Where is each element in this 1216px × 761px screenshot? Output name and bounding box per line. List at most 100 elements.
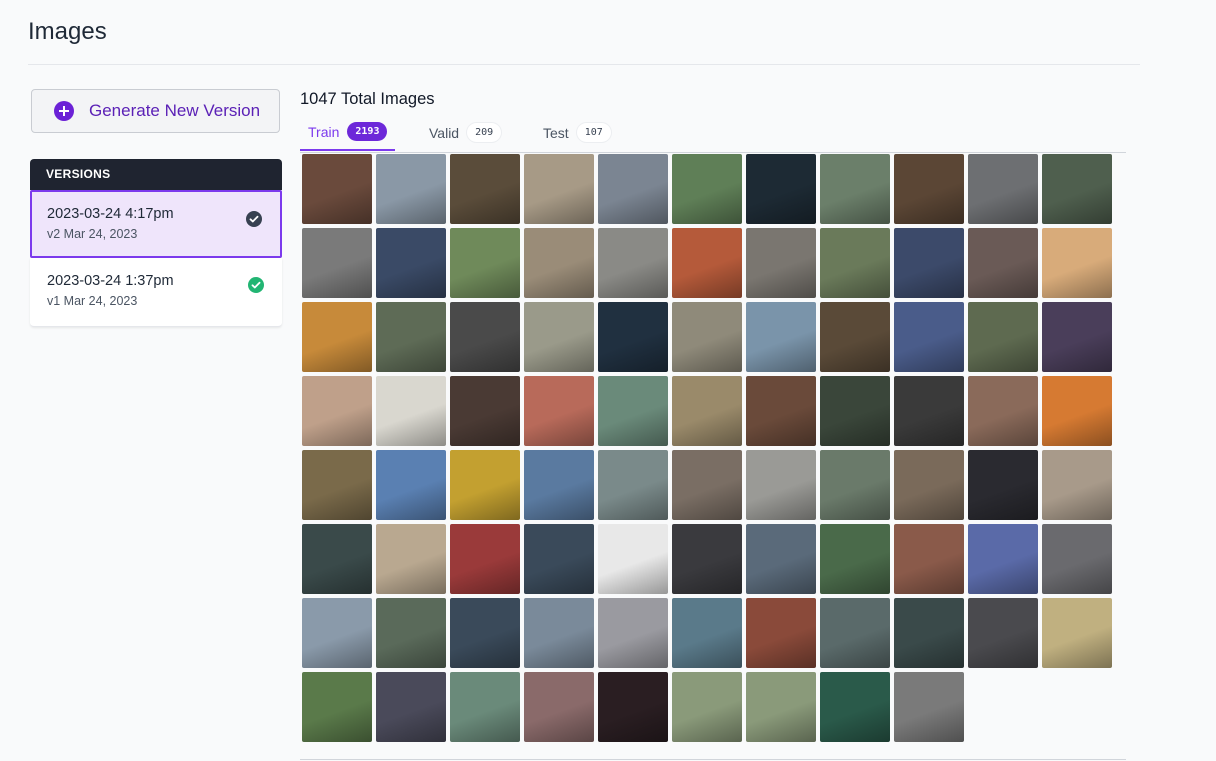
- check-circle-dark-icon: [246, 211, 262, 227]
- image-thumbnail[interactable]: [894, 376, 964, 446]
- image-thumbnail[interactable]: [746, 450, 816, 520]
- image-thumbnail[interactable]: [598, 154, 668, 224]
- image-thumbnail[interactable]: [746, 524, 816, 594]
- image-thumbnail[interactable]: [672, 598, 742, 668]
- image-thumbnail[interactable]: [376, 524, 446, 594]
- image-thumbnail[interactable]: [894, 228, 964, 298]
- image-thumbnail[interactable]: [968, 376, 1038, 446]
- image-thumbnail[interactable]: [450, 302, 520, 372]
- tab-count-badge: 107: [576, 123, 611, 142]
- image-thumbnail[interactable]: [894, 450, 964, 520]
- image-thumbnail[interactable]: [450, 598, 520, 668]
- image-thumbnail[interactable]: [376, 376, 446, 446]
- image-thumbnail[interactable]: [524, 302, 594, 372]
- image-thumbnail[interactable]: [746, 302, 816, 372]
- image-thumbnail[interactable]: [598, 376, 668, 446]
- version-date: 2023-03-24 4:17pm: [47, 206, 174, 222]
- image-thumbnail[interactable]: [820, 376, 890, 446]
- image-thumbnail[interactable]: [376, 672, 446, 742]
- image-thumbnail[interactable]: [376, 302, 446, 372]
- image-thumbnail[interactable]: [746, 672, 816, 742]
- image-thumbnail[interactable]: [672, 376, 742, 446]
- image-thumbnail[interactable]: [672, 450, 742, 520]
- image-grid: [302, 154, 1112, 742]
- tab-train[interactable]: Train 2193: [300, 114, 396, 151]
- image-thumbnail[interactable]: [376, 154, 446, 224]
- image-thumbnail[interactable]: [598, 228, 668, 298]
- image-thumbnail[interactable]: [968, 228, 1038, 298]
- version-subtitle: v1 Mar 24, 2023: [47, 294, 138, 308]
- image-thumbnail[interactable]: [968, 598, 1038, 668]
- image-thumbnail[interactable]: [746, 228, 816, 298]
- image-thumbnail[interactable]: [302, 302, 372, 372]
- image-thumbnail[interactable]: [820, 228, 890, 298]
- image-thumbnail[interactable]: [524, 672, 594, 742]
- grid-bottom-divider: [300, 759, 1126, 760]
- tab-test[interactable]: Test 107: [543, 114, 611, 151]
- image-thumbnail[interactable]: [820, 672, 890, 742]
- check-circle-green-icon: [248, 277, 264, 293]
- image-thumbnail[interactable]: [376, 450, 446, 520]
- image-thumbnail[interactable]: [746, 376, 816, 446]
- image-thumbnail[interactable]: [302, 524, 372, 594]
- image-thumbnail[interactable]: [672, 672, 742, 742]
- image-thumbnail[interactable]: [524, 598, 594, 668]
- image-thumbnail[interactable]: [968, 154, 1038, 224]
- version-item-v2[interactable]: 2023-03-24 4:17pm v2 Mar 24, 2023: [30, 190, 282, 258]
- image-thumbnail[interactable]: [598, 672, 668, 742]
- image-thumbnail[interactable]: [894, 302, 964, 372]
- image-thumbnail[interactable]: [450, 524, 520, 594]
- image-thumbnail[interactable]: [302, 228, 372, 298]
- image-thumbnail[interactable]: [1042, 450, 1112, 520]
- image-thumbnail[interactable]: [894, 598, 964, 668]
- image-thumbnail[interactable]: [894, 154, 964, 224]
- image-thumbnail[interactable]: [820, 524, 890, 594]
- image-thumbnail[interactable]: [820, 598, 890, 668]
- image-thumbnail[interactable]: [968, 450, 1038, 520]
- image-thumbnail[interactable]: [1042, 524, 1112, 594]
- image-thumbnail[interactable]: [302, 154, 372, 224]
- image-thumbnail[interactable]: [376, 598, 446, 668]
- image-thumbnail[interactable]: [1042, 598, 1112, 668]
- image-thumbnail[interactable]: [820, 154, 890, 224]
- image-thumbnail[interactable]: [598, 598, 668, 668]
- image-thumbnail[interactable]: [376, 228, 446, 298]
- image-thumbnail[interactable]: [598, 302, 668, 372]
- image-thumbnail[interactable]: [524, 228, 594, 298]
- image-thumbnail[interactable]: [746, 154, 816, 224]
- image-thumbnail[interactable]: [894, 524, 964, 594]
- image-thumbnail[interactable]: [672, 154, 742, 224]
- image-thumbnail[interactable]: [1042, 302, 1112, 372]
- image-thumbnail[interactable]: [524, 524, 594, 594]
- image-thumbnail[interactable]: [746, 598, 816, 668]
- image-thumbnail[interactable]: [672, 302, 742, 372]
- tab-valid[interactable]: Valid 209: [429, 114, 502, 151]
- generate-new-version-button[interactable]: Generate New Version: [31, 89, 280, 133]
- image-thumbnail[interactable]: [820, 450, 890, 520]
- image-thumbnail[interactable]: [1042, 228, 1112, 298]
- image-thumbnail[interactable]: [450, 672, 520, 742]
- image-thumbnail[interactable]: [524, 154, 594, 224]
- image-thumbnail[interactable]: [450, 228, 520, 298]
- image-thumbnail[interactable]: [302, 672, 372, 742]
- image-thumbnail[interactable]: [524, 450, 594, 520]
- image-thumbnail[interactable]: [450, 154, 520, 224]
- image-thumbnail[interactable]: [968, 524, 1038, 594]
- image-thumbnail[interactable]: [1042, 154, 1112, 224]
- tab-label: Test: [543, 124, 569, 141]
- image-thumbnail[interactable]: [598, 524, 668, 594]
- image-thumbnail[interactable]: [598, 450, 668, 520]
- image-thumbnail[interactable]: [968, 302, 1038, 372]
- image-thumbnail[interactable]: [302, 376, 372, 446]
- image-thumbnail[interactable]: [672, 228, 742, 298]
- image-thumbnail[interactable]: [1042, 376, 1112, 446]
- image-thumbnail[interactable]: [672, 524, 742, 594]
- image-thumbnail[interactable]: [302, 450, 372, 520]
- image-thumbnail[interactable]: [302, 598, 372, 668]
- image-thumbnail[interactable]: [524, 376, 594, 446]
- image-thumbnail[interactable]: [450, 450, 520, 520]
- image-thumbnail[interactable]: [894, 672, 964, 742]
- image-thumbnail[interactable]: [450, 376, 520, 446]
- image-thumbnail[interactable]: [820, 302, 890, 372]
- version-item-v1[interactable]: 2023-03-24 1:37pm v1 Mar 24, 2023: [30, 258, 282, 327]
